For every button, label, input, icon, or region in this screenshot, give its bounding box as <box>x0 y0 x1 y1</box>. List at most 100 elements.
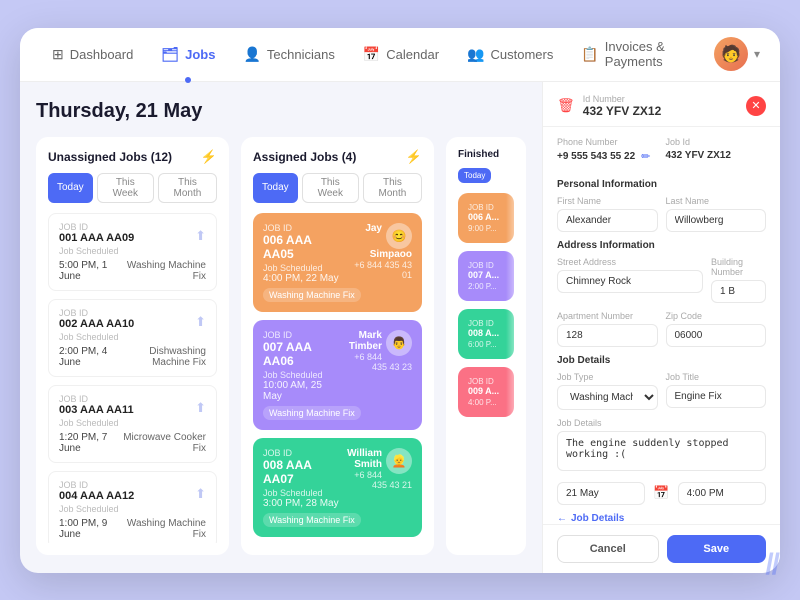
assigned-filter-icon[interactable]: ⚡ <box>406 149 422 165</box>
nav-label-customers: Customers <box>490 47 553 62</box>
finished-title: Finished <box>458 149 499 160</box>
job-details-textarea[interactable]: The engine suddenly stopped working :( <box>557 431 766 471</box>
sidebar-item-invoices[interactable]: 📋 Invoices & Payments <box>569 33 706 75</box>
jobs-icon: 🗂 <box>161 46 179 63</box>
tab-month-assigned[interactable]: This Month <box>363 173 422 203</box>
zip-input[interactable] <box>666 324 767 347</box>
tab-today-finished[interactable]: Today <box>458 168 491 183</box>
list-item[interactable]: JOB ID 001 AAA AA09 ⬆ Job Scheduled 5:00… <box>48 213 217 291</box>
finished-jobs-list: JOB ID 006 A... 9:00 P... JOB ID 007 A..… <box>458 193 514 543</box>
list-item[interactable]: JOB ID 006 AAA AA05 Job Scheduled 4:00 P… <box>253 213 422 312</box>
nav-label-technicians: Technicians <box>267 47 335 62</box>
tab-week-unassigned[interactable]: This Week <box>97 173 154 203</box>
upload-icon[interactable]: ⬆ <box>195 486 206 502</box>
tech-avatar: 😊 <box>386 223 412 249</box>
list-item[interactable]: JOB ID 004 AAA AA12 ⬆ Job Scheduled 1:00… <box>48 471 217 543</box>
sidebar-item-jobs[interactable]: 🗂 Jobs <box>149 40 227 69</box>
unassigned-filter-icon[interactable]: ⚡ <box>201 149 217 165</box>
assigned-header: Assigned Jobs (4) ⚡ <box>253 149 422 165</box>
apartment-input[interactable] <box>557 324 658 347</box>
invoices-icon: 📋 <box>581 46 598 63</box>
date-input[interactable] <box>557 482 645 505</box>
list-item[interactable]: JOB ID 007 A... 2:00 P... <box>458 251 514 301</box>
job-details-title: Job Details <box>557 355 766 366</box>
dashboard-icon: ⊞ <box>52 46 64 63</box>
upload-icon[interactable]: ⬆ <box>195 314 206 330</box>
sidebar-item-dashboard[interactable]: ⊞ Dashboard <box>40 40 145 69</box>
calendar-picker-icon[interactable]: 📅 <box>653 485 669 501</box>
close-button[interactable]: ✕ <box>746 96 766 116</box>
unassigned-jobs-list: JOB ID 001 AAA AA09 ⬆ Job Scheduled 5:00… <box>48 213 217 543</box>
unassigned-header: Unassigned Jobs (12) ⚡ <box>48 149 217 165</box>
first-name-label: First Name <box>557 196 658 206</box>
navbar: ⊞ Dashboard 🗂 Jobs 👤 Technicians 📅 Calen… <box>20 28 780 82</box>
apt-zip-fields: Apartment Number Zip Code <box>557 311 766 347</box>
delete-icon[interactable]: 🗑 <box>557 97 575 114</box>
unassigned-title: Unassigned Jobs (12) <box>48 150 172 164</box>
name-fields: First Name Last Name <box>557 196 766 232</box>
job-title-input[interactable] <box>666 385 767 408</box>
tab-month-unassigned[interactable]: This Month <box>158 173 217 203</box>
job-type-select[interactable]: Washing Machine Fix <box>557 385 658 410</box>
left-panel: Thursday, 21 May Unassigned Jobs (12) ⚡ … <box>20 82 542 573</box>
last-name-input[interactable] <box>666 209 767 232</box>
back-to-job-details-button[interactable]: ← Job Details <box>557 513 766 524</box>
street-input[interactable] <box>557 270 703 293</box>
list-item[interactable]: JOB ID 008 AAA AA07 Job Scheduled 3:00 P… <box>253 438 422 537</box>
time-input[interactable] <box>678 482 766 505</box>
apartment-label: Apartment Number <box>557 311 658 321</box>
unassigned-column: Unassigned Jobs (12) ⚡ Today This Week T… <box>36 137 229 555</box>
list-item[interactable]: JOB ID 008 A... 6:00 P... <box>458 309 514 359</box>
first-name-input[interactable] <box>557 209 658 232</box>
customers-icon: 👥 <box>467 46 484 63</box>
tab-today-unassigned[interactable]: Today <box>48 173 93 203</box>
panel-footer: Cancel Save <box>543 524 780 573</box>
chevron-down-icon: ▾ <box>754 47 760 61</box>
personal-info-title: Personal Information <box>557 179 766 190</box>
nav-label-dashboard: Dashboard <box>70 47 134 62</box>
cancel-button[interactable]: Cancel <box>557 535 659 563</box>
sidebar-item-technicians[interactable]: 👤 Technicians <box>231 40 346 69</box>
nav-label-invoices: Invoices & Payments <box>605 39 694 69</box>
job-type-label: Job Type <box>557 372 658 382</box>
job-id-label: Job Id <box>666 137 767 147</box>
building-input[interactable] <box>711 280 766 303</box>
user-avatar-button[interactable]: 🧑 ▾ <box>714 37 760 71</box>
assigned-jobs-list: JOB ID 006 AAA AA05 Job Scheduled 4:00 P… <box>253 213 422 543</box>
upload-icon[interactable]: ⬆ <box>195 228 206 244</box>
detail-panel: 🗑 Id Number 432 YFV ZX12 ✕ Phone Number … <box>542 82 780 573</box>
columns: Unassigned Jobs (12) ⚡ Today This Week T… <box>36 137 526 555</box>
edit-phone-icon[interactable]: ✏ <box>641 150 650 163</box>
panel-body: Phone Number +9 555 543 55 22 ✏ Job Id 4… <box>543 127 780 524</box>
id-number-value: 432 YFV ZX12 <box>583 104 662 118</box>
tab-today-assigned[interactable]: Today <box>253 173 298 203</box>
list-item[interactable]: JOB ID 009 A... 4:00 P... <box>458 367 514 417</box>
assigned-title: Assigned Jobs (4) <box>253 150 356 164</box>
address-info-title: Address Information <box>557 240 766 251</box>
panel-header: 🗑 Id Number 432 YFV ZX12 ✕ <box>543 82 780 127</box>
tab-week-assigned[interactable]: This Week <box>302 173 359 203</box>
avatar: 🧑 <box>714 37 748 71</box>
technicians-icon: 👤 <box>243 46 260 63</box>
back-arrow-icon: ← <box>557 513 567 524</box>
phone-row: Phone Number +9 555 543 55 22 ✏ Job Id 4… <box>557 137 766 171</box>
sidebar-item-customers[interactable]: 👥 Customers <box>455 40 565 69</box>
unassigned-tabs: Today This Week This Month <box>48 173 217 203</box>
id-number-label: Id Number <box>583 94 662 104</box>
sidebar-item-calendar[interactable]: 📅 Calendar <box>351 40 451 69</box>
watermark: // <box>765 548 778 582</box>
save-button[interactable]: Save <box>667 535 767 563</box>
job-id-value: 432 YFV ZX12 <box>666 150 767 161</box>
address-fields: Street Address Building Number <box>557 257 766 303</box>
list-item[interactable]: JOB ID 007 AAA AA06 Job Scheduled 10:00 … <box>253 320 422 430</box>
phone-value: +9 555 543 55 22 <box>557 151 635 162</box>
list-item[interactable]: JOB ID 006 A... 9:00 P... <box>458 193 514 243</box>
zip-label: Zip Code <box>666 311 767 321</box>
upload-icon[interactable]: ⬆ <box>195 400 206 416</box>
building-label: Building Number <box>711 257 766 277</box>
list-item[interactable]: JOB ID 003 AAA AA11 ⬆ Job Scheduled 1:20… <box>48 385 217 463</box>
list-item[interactable]: JOB ID 002 AAA AA10 ⬆ Job Scheduled 2:00… <box>48 299 217 377</box>
calendar-icon: 📅 <box>363 46 380 63</box>
finished-tabs: Today <box>458 168 514 183</box>
street-label: Street Address <box>557 257 703 267</box>
